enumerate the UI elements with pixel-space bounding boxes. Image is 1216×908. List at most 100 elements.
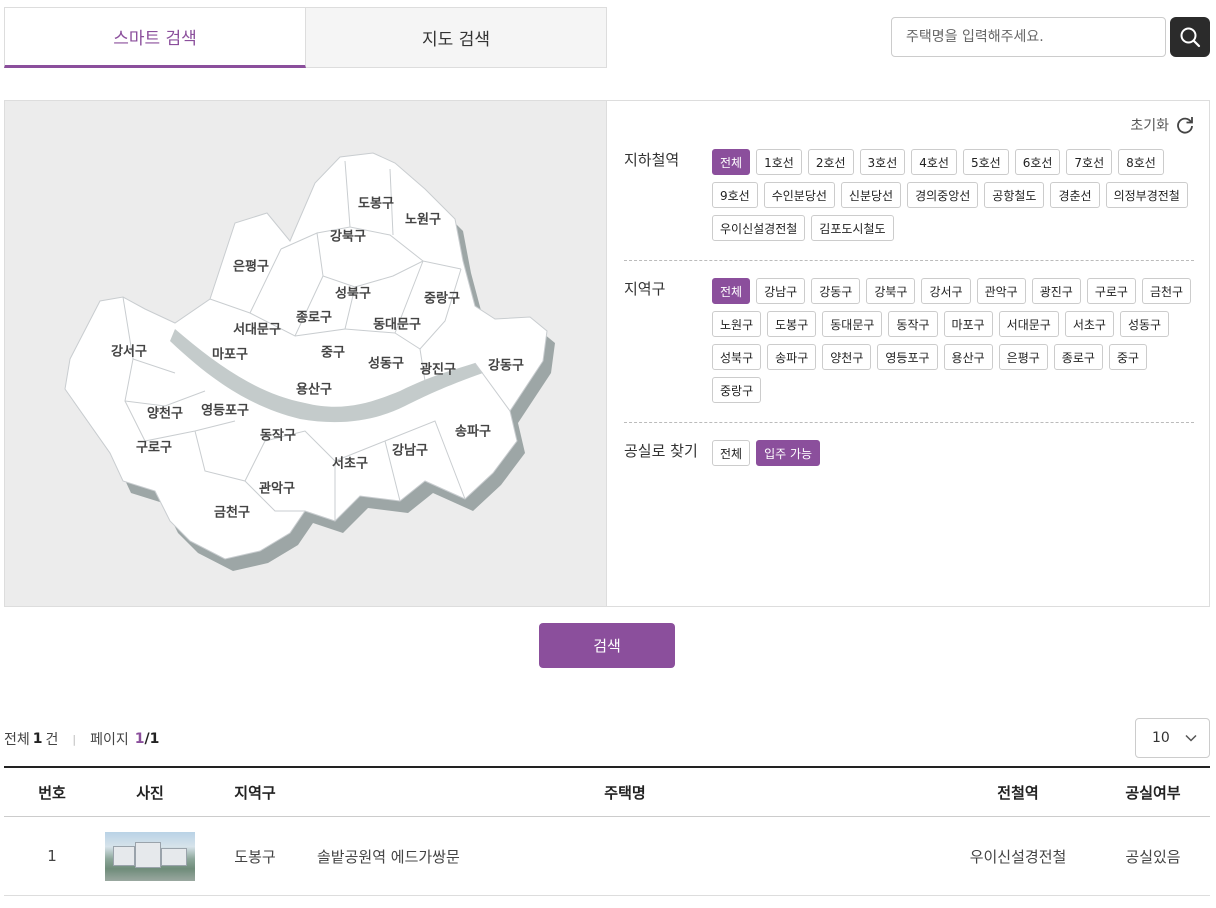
- district-chip[interactable]: 강북구: [866, 278, 916, 304]
- tab-map-search[interactable]: 지도 검색: [306, 7, 607, 68]
- filter-area: 초기화 지하철역 전체 1호선 2호선 3호선 4호선 5호선 6호선 7호선 8호선 9호선 수인…: [608, 101, 1209, 606]
- subway-chip[interactable]: 5호선: [962, 149, 1009, 175]
- map-district-label[interactable]: 성동구: [368, 353, 404, 372]
- district-chip[interactable]: 전체: [712, 278, 751, 304]
- subway-chip[interactable]: 전체: [712, 149, 751, 175]
- district-chip[interactable]: 영등포구: [877, 344, 938, 370]
- map-district-label[interactable]: 서대문구: [233, 319, 281, 338]
- district-chip[interactable]: 중구: [1108, 344, 1148, 370]
- map-district-label[interactable]: 강서구: [111, 341, 147, 360]
- header-district: 지역구: [234, 784, 276, 802]
- subway-chip[interactable]: 경의중앙선: [907, 182, 979, 208]
- subway-chip[interactable]: 8호선: [1118, 149, 1164, 175]
- map-district-label[interactable]: 송파구: [455, 421, 491, 440]
- map-district-label[interactable]: 강북구: [330, 226, 366, 245]
- district-chip[interactable]: 동대문구: [822, 311, 883, 337]
- vacancy-chip[interactable]: 전체: [712, 440, 751, 466]
- subway-chip[interactable]: 의정부경전철: [1105, 182, 1188, 208]
- district-chip[interactable]: 성동구: [1119, 311, 1170, 337]
- district-chip[interactable]: 서초구: [1064, 311, 1114, 337]
- house-search-input[interactable]: [891, 17, 1166, 57]
- subway-chip[interactable]: 6호선: [1014, 149, 1061, 175]
- district-chip[interactable]: 중랑구: [712, 377, 762, 403]
- row-photo[interactable]: [105, 817, 195, 895]
- district-chip[interactable]: 광진구: [1031, 278, 1081, 304]
- header-station: 전철역: [997, 784, 1039, 802]
- map-district-label[interactable]: 양천구: [147, 403, 183, 422]
- page-current: 1: [134, 731, 145, 747]
- district-chip[interactable]: 양천구: [822, 344, 872, 370]
- map-district-label[interactable]: 서초구: [332, 453, 368, 472]
- subway-chip[interactable]: 김포도시철도: [811, 215, 894, 241]
- district-chip[interactable]: 마포구: [943, 311, 993, 337]
- subway-chip[interactable]: 7호선: [1066, 149, 1113, 175]
- row-number: 1: [47, 847, 57, 865]
- district-chip[interactable]: 송파구: [767, 344, 817, 370]
- total-count: 1: [32, 731, 43, 747]
- map-district-label[interactable]: 동대문구: [373, 314, 421, 333]
- map-district-label[interactable]: 용산구: [296, 379, 332, 398]
- tab-smart-search[interactable]: 스마트 검색: [4, 7, 306, 68]
- district-chip[interactable]: 관악구: [976, 278, 1026, 304]
- header-number: 번호: [38, 784, 66, 802]
- district-chip[interactable]: 도봉구: [767, 311, 817, 337]
- search-button[interactable]: [1170, 17, 1210, 57]
- subway-chip[interactable]: 신분당선: [840, 182, 902, 208]
- search-panel: 도봉구 노원구 강북구 은평구 성북구 중랑구 종로구 서대문구 동대문구 강서구 마포구 중구 성동구…: [4, 100, 1210, 607]
- district-chip[interactable]: 구로구: [1086, 278, 1136, 304]
- subway-chip[interactable]: 1호선: [756, 149, 802, 175]
- district-chip[interactable]: 금천구: [1141, 278, 1192, 304]
- district-chip[interactable]: 성북구: [712, 344, 762, 370]
- header-vacancy: 공실여부: [1125, 784, 1181, 802]
- refresh-icon: [1177, 117, 1193, 134]
- seoul-map: 도봉구노원구강북구은평구성북구 중랑구종로구서대문구 동대문구강서구 마포구 중구성동구…: [5, 101, 607, 606]
- map-district-label[interactable]: 영등포구: [201, 400, 249, 419]
- per-page-select[interactable]: 10: [1135, 718, 1210, 758]
- map-district-label[interactable]: 노원구: [405, 209, 441, 228]
- vacancy-chip[interactable]: 입주 가능: [756, 440, 821, 466]
- reset-button[interactable]: 초기화: [1130, 115, 1195, 135]
- district-chip[interactable]: 동작구: [888, 311, 938, 337]
- map-district-label[interactable]: 중랑구: [424, 288, 460, 307]
- vacancy-chip-list: 전체 입주 가능: [712, 440, 1192, 466]
- map-district-label[interactable]: 강남구: [392, 440, 428, 459]
- map-district-label[interactable]: 성북구: [335, 283, 371, 302]
- map-district-label[interactable]: 중구: [321, 342, 345, 361]
- table-row[interactable]: 1 도봉구 솔밭공원역 에드가쌍문 우이신설경전철 공실있음: [4, 817, 1210, 896]
- map-district-label[interactable]: 구로구: [136, 437, 172, 456]
- map-district-label[interactable]: 은평구: [233, 256, 269, 275]
- map-district-label[interactable]: 광진구: [420, 359, 456, 378]
- district-chip[interactable]: 은평구: [998, 344, 1048, 370]
- subway-chip[interactable]: 경춘선: [1050, 182, 1100, 208]
- map-district-label[interactable]: 마포구: [212, 344, 248, 363]
- district-chip[interactable]: 종로구: [1053, 344, 1103, 370]
- page-prefix: 페이지: [90, 732, 129, 748]
- map-district-label[interactable]: 도봉구: [358, 193, 394, 212]
- district-chip[interactable]: 강서구: [921, 278, 971, 304]
- map-district-label[interactable]: 관악구: [259, 478, 295, 497]
- vacancy-filter-label: 공실로 찾기: [624, 442, 698, 460]
- map-district-label[interactable]: 강동구: [488, 355, 524, 374]
- district-chip[interactable]: 용산구: [943, 344, 993, 370]
- header-photo: 사진: [136, 784, 164, 802]
- vacancy-filter: 공실로 찾기 전체 입주 가능: [624, 440, 1194, 480]
- submit-search-button[interactable]: 검색: [539, 623, 675, 668]
- map-district-label[interactable]: 종로구: [296, 307, 332, 326]
- map-district-label[interactable]: 동작구: [260, 425, 296, 444]
- district-chip[interactable]: 노원구: [712, 311, 762, 337]
- subway-chip[interactable]: 3호선: [859, 149, 906, 175]
- district-chip[interactable]: 강동구: [811, 278, 861, 304]
- map-district-label[interactable]: 금천구: [214, 502, 250, 521]
- subway-chip[interactable]: 수인분당선: [763, 182, 835, 208]
- row-station: 우이신설경전철: [969, 847, 1067, 866]
- header-house-name: 주택명: [604, 784, 646, 802]
- subway-chip[interactable]: 우이신설경전철: [712, 215, 806, 241]
- subway-chip[interactable]: 9호선: [712, 182, 758, 208]
- district-chip[interactable]: 서대문구: [998, 311, 1059, 337]
- subway-chip[interactable]: 공항철도: [984, 182, 1045, 208]
- district-chip[interactable]: 강남구: [756, 278, 806, 304]
- subway-chip[interactable]: 2호선: [807, 149, 854, 175]
- row-house-name[interactable]: 솔밭공원역 에드가쌍문: [317, 817, 917, 895]
- house-thumbnail[interactable]: [105, 831, 195, 881]
- subway-chip[interactable]: 4호선: [911, 149, 957, 175]
